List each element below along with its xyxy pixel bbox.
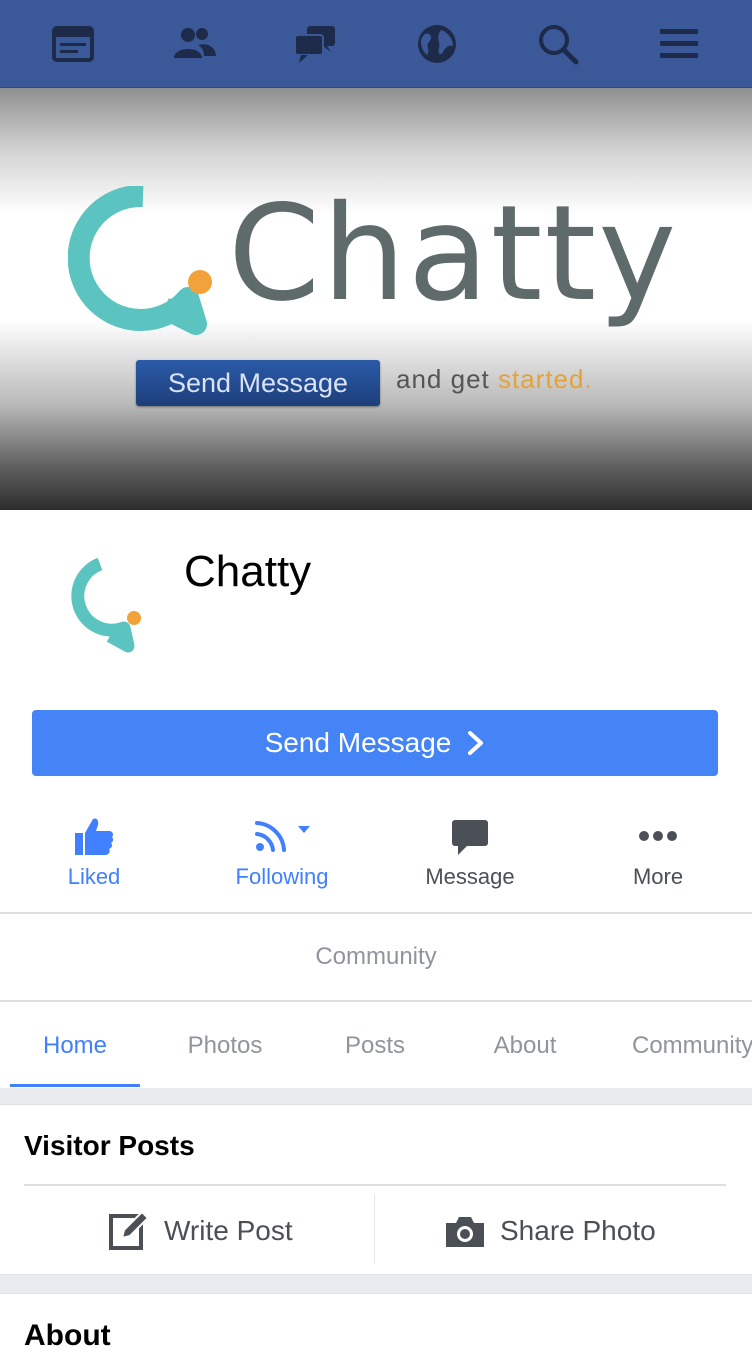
tab-photos[interactable]: Photos <box>160 1002 290 1088</box>
following-label: Following <box>235 864 329 889</box>
message-bubble-icon <box>452 820 488 855</box>
write-post-button[interactable]: Write Post <box>108 1196 293 1266</box>
globe-icon <box>417 24 456 63</box>
camera-icon <box>446 1217 484 1247</box>
tagline-prefix: and get <box>396 364 490 394</box>
notifications-button[interactable] <box>409 16 465 72</box>
cover-photo[interactable]: Chatty Send Message and get started. <box>0 88 752 510</box>
caret-down-icon <box>298 826 310 833</box>
more-label: More <box>632 864 684 889</box>
write-post-label: Write Post <box>164 1215 293 1246</box>
tagline-accent: started. <box>497 364 593 394</box>
community-link[interactable]: Community <box>0 914 752 1000</box>
write-post-icon <box>109 1210 150 1250</box>
search-button[interactable] <box>530 16 586 72</box>
divider <box>0 1104 752 1105</box>
liked-button[interactable]: Liked <box>0 800 188 912</box>
page-tabs: Home Photos Posts About Community <box>0 1002 752 1088</box>
menu-button[interactable] <box>651 16 707 72</box>
thumbs-up-icon <box>75 818 114 855</box>
section-gap <box>0 1275 752 1293</box>
share-photo-label: Share Photo <box>500 1215 656 1246</box>
tab-community[interactable]: Community <box>632 1002 752 1088</box>
profile-picture[interactable] <box>44 542 164 666</box>
active-tab-indicator <box>10 1084 140 1087</box>
more-button[interactable]: More <box>564 800 752 912</box>
about-section-title: About <box>24 1319 111 1352</box>
chatty-logo-small-icon <box>71 557 141 653</box>
send-message-label: Send Message <box>264 727 452 758</box>
card-divider <box>24 1184 726 1186</box>
message-action-button[interactable]: Message <box>376 800 564 912</box>
cover-brand-name: Chatty <box>228 177 679 331</box>
news-feed-button[interactable] <box>45 16 101 72</box>
send-message-button[interactable]: Send Message <box>32 710 718 776</box>
tab-about[interactable]: About <box>460 1002 590 1088</box>
page-actions: Liked Following Message More <box>0 800 752 912</box>
search-icon <box>538 24 579 64</box>
visitor-posts-title: Visitor Posts <box>24 1130 195 1161</box>
rss-following-icon <box>255 821 286 852</box>
menu-icon <box>660 28 699 58</box>
top-nav-bar <box>0 0 752 88</box>
share-photo-button[interactable]: Share Photo <box>444 1196 656 1266</box>
news-feed-icon <box>51 25 94 62</box>
chatty-logo-icon <box>68 186 212 335</box>
cover-tagline: and get started. <box>396 364 593 395</box>
friends-button[interactable] <box>166 16 222 72</box>
page-title: Chatty <box>184 547 312 596</box>
tab-posts[interactable]: Posts <box>310 1002 440 1088</box>
cover-send-message-graphic: Send Message <box>136 360 380 406</box>
vertical-divider <box>374 1194 375 1264</box>
messages-button[interactable] <box>287 16 343 72</box>
chevron-right-icon <box>468 731 484 755</box>
tab-home[interactable]: Home <box>10 1002 140 1088</box>
friends-icon <box>173 27 216 58</box>
following-button[interactable]: Following <box>188 800 376 912</box>
more-dots-icon <box>639 831 677 841</box>
section-gap <box>0 1088 752 1104</box>
divider <box>0 1293 752 1294</box>
liked-label: Liked <box>67 864 121 889</box>
message-label: Message <box>425 864 515 889</box>
messages-icon <box>294 25 336 63</box>
